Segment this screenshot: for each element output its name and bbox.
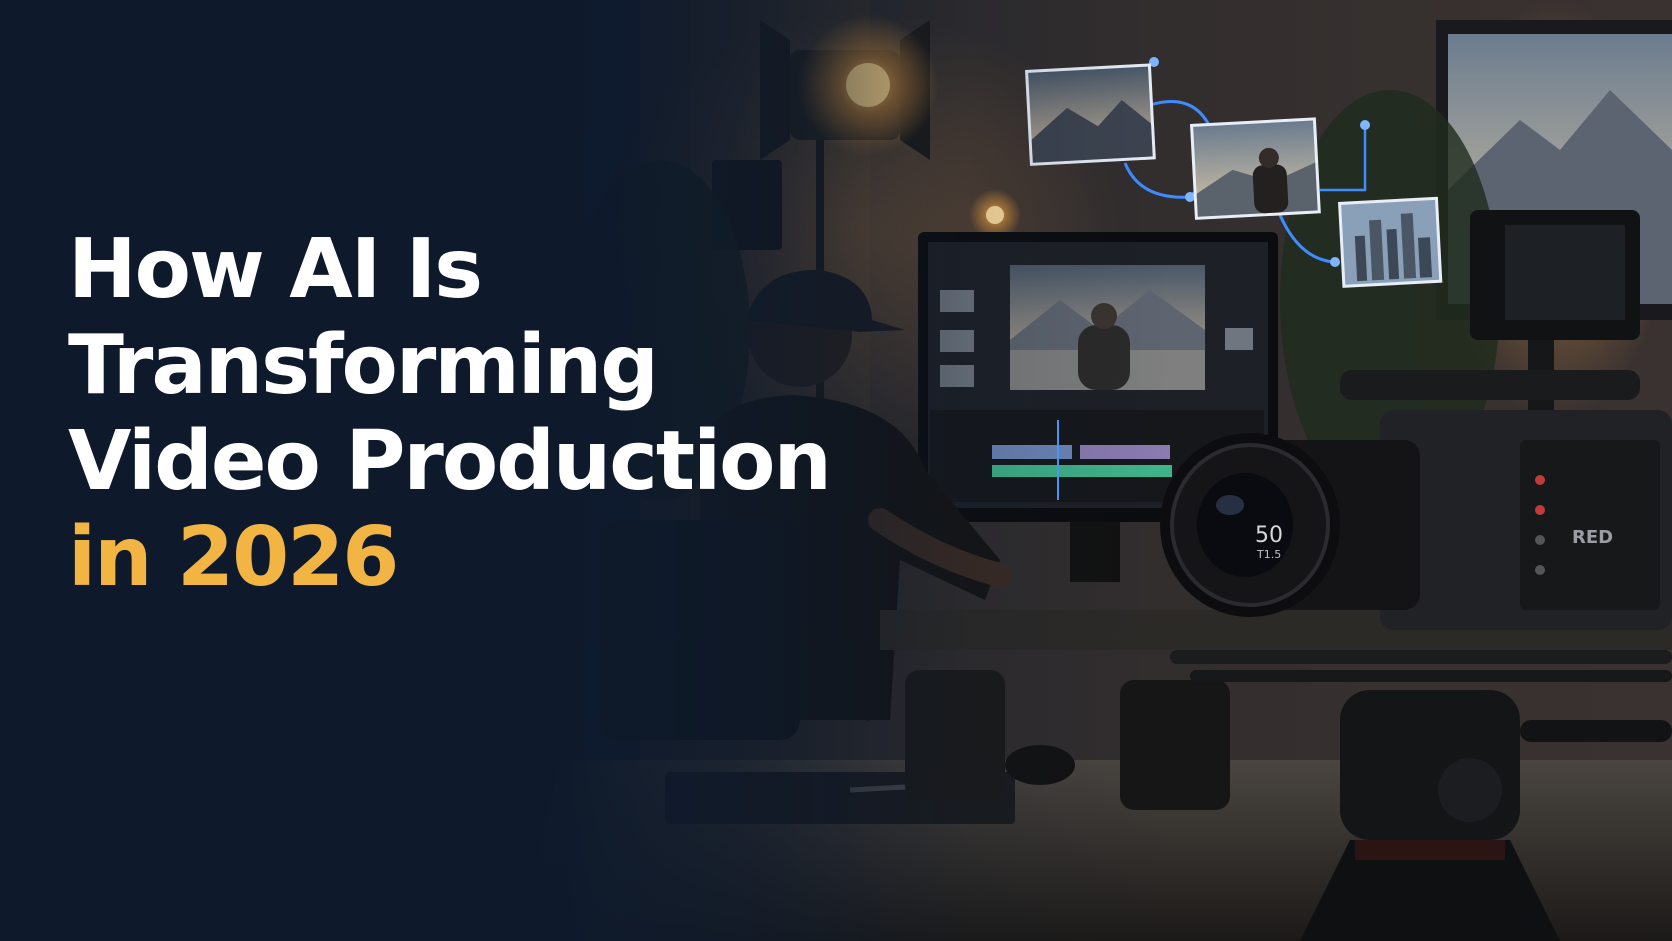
viewer-person bbox=[1078, 325, 1130, 390]
media-thumb bbox=[1225, 328, 1253, 350]
headline-line-3: Video Production bbox=[68, 414, 832, 509]
barn-door bbox=[760, 20, 790, 160]
camera-top-handle bbox=[1340, 370, 1640, 400]
camera-button bbox=[1535, 475, 1545, 485]
camera-side-panel bbox=[1520, 440, 1660, 610]
timeline-clip bbox=[992, 465, 1172, 477]
lens bbox=[905, 670, 1005, 800]
camera-button bbox=[1535, 535, 1545, 545]
camera-button bbox=[1535, 565, 1545, 575]
lens bbox=[1120, 680, 1230, 810]
light-bulb bbox=[846, 63, 890, 107]
ai-node bbox=[1330, 257, 1340, 267]
camera-button bbox=[1535, 505, 1545, 515]
lens-reflection bbox=[1216, 495, 1244, 515]
media-thumb bbox=[940, 330, 974, 352]
ai-frame bbox=[1190, 117, 1321, 220]
headline: How AI Is Transforming Video Production … bbox=[68, 222, 868, 606]
media-thumb bbox=[940, 290, 974, 312]
lens-focal-label: 50 bbox=[1255, 523, 1283, 548]
tripod-head bbox=[1340, 690, 1520, 840]
headline-line-1: How AI Is bbox=[68, 222, 483, 317]
hero-banner: RED 50 T1.5 How AI Is Transforming Video… bbox=[0, 0, 1672, 941]
camera-monitor-screen bbox=[1505, 225, 1625, 320]
lens-aperture-label: T1.5 bbox=[1256, 548, 1281, 561]
viewer-person-head bbox=[1091, 303, 1117, 329]
small-bulb bbox=[986, 206, 1004, 224]
camera-rail bbox=[1170, 650, 1672, 664]
monitor-stand bbox=[1070, 522, 1120, 582]
ai-node bbox=[1360, 120, 1370, 130]
timeline-clip bbox=[992, 445, 1072, 459]
camera-brand-label: RED bbox=[1572, 527, 1613, 548]
headline-line-2: Transforming bbox=[68, 318, 659, 413]
headline-line-4-accent: in 2026 bbox=[68, 510, 399, 605]
tripod-ring bbox=[1355, 840, 1505, 860]
lens-cap bbox=[1005, 745, 1075, 785]
ai-frame bbox=[1025, 63, 1156, 166]
timeline-clip bbox=[1080, 445, 1170, 459]
tripod-handle bbox=[1520, 720, 1672, 742]
camera-rail bbox=[1190, 670, 1672, 682]
ai-frame bbox=[1338, 196, 1443, 288]
tripod-knob bbox=[1438, 758, 1502, 822]
media-thumb bbox=[940, 365, 974, 387]
ai-node bbox=[1185, 192, 1195, 202]
